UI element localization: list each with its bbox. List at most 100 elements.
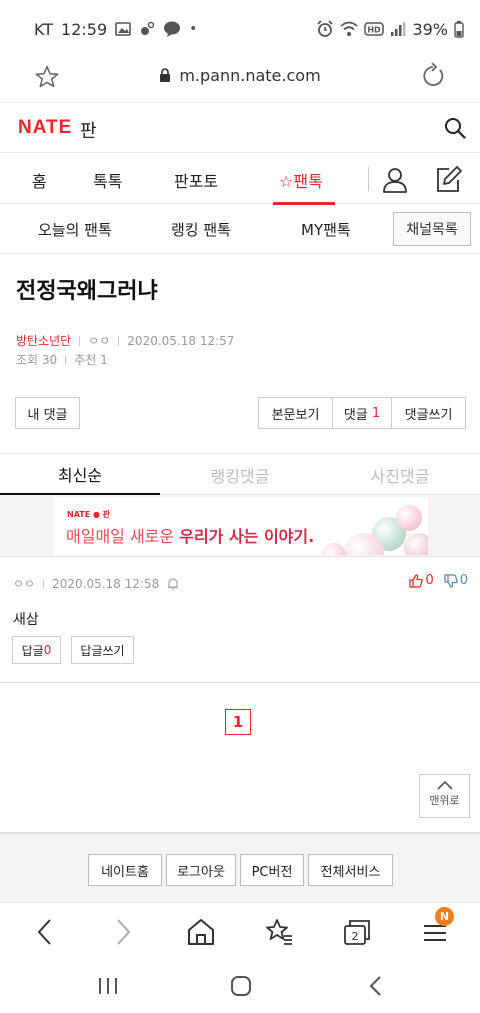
page: KT 12:59 • HD 39% m.pann.nate.com NATE 판 [0, 0, 480, 1013]
meta-divider [118, 335, 120, 346]
tab-latest[interactable]: 최신순 [0, 454, 160, 496]
nav-home[interactable]: 홈 [32, 168, 47, 192]
menu-notification-badge: N [435, 907, 454, 926]
scroll-top-label: 맨위로 [429, 794, 460, 807]
search-icon[interactable] [444, 117, 466, 139]
likes-label: 추천 [74, 353, 97, 367]
nav-fantalk[interactable]: ☆팬톡 [279, 168, 323, 192]
reply-button[interactable]: 답글 0 [12, 636, 61, 664]
talk-icon [164, 21, 181, 37]
meta-divider [79, 335, 81, 346]
channel-list-button[interactable]: 채널목록 [393, 212, 471, 246]
status-bar: KT 12:59 • HD 39% [0, 0, 480, 58]
recent-apps-icon[interactable] [96, 974, 120, 998]
upvote-button[interactable]: 0 [409, 573, 434, 588]
write-icon[interactable] [433, 165, 463, 195]
tabs-icon[interactable]: 2 [342, 917, 372, 947]
android-nav-bar [0, 960, 480, 1013]
battery-icon [454, 20, 464, 38]
banner-text: 매일매일 새로운 우리가 사는 이야기. [66, 523, 314, 547]
site-footer: 네이트홈 로그아웃 PC버전 전체서비스 [0, 832, 480, 902]
reply-label: 답글 [21, 643, 44, 658]
sub-nav: 오늘의 팬톡 랭킹 팬톡 MY팬톡 채널목록 [0, 204, 480, 254]
footer-all-services[interactable]: 전체서비스 [308, 854, 393, 886]
scroll-top-button[interactable]: 맨위로 [419, 774, 470, 818]
user-icon[interactable] [381, 166, 409, 194]
thumbs-up-icon [409, 573, 424, 588]
banner-brand: NATE ● 판 [67, 510, 111, 519]
tab-ranking[interactable]: 랭킹댓글 [160, 454, 320, 496]
banner-area: NATE ● 판 매일매일 새로운 우리가 사는 이야기. [0, 495, 480, 557]
android-back-icon[interactable] [364, 974, 388, 998]
reload-icon[interactable] [420, 62, 446, 90]
footer-logout[interactable]: 로그아웃 [166, 854, 236, 886]
views-label: 조회 [16, 353, 39, 367]
star-icon: ☆ [279, 172, 294, 191]
post-date: 2020.05.18 12:57 [127, 333, 235, 348]
post-meta: 방탄소년단 ㅇㅇ 2020.05.18 12:57 [16, 332, 234, 349]
gallery-icon [115, 22, 131, 36]
comments-button[interactable]: 댓글 1 [332, 397, 392, 429]
site-header: NATE 판 [0, 102, 480, 152]
lock-icon [160, 68, 171, 82]
signal-icon [391, 22, 406, 36]
forward-icon[interactable] [108, 917, 138, 947]
post-stats: 조회 30 추천 1 [16, 351, 108, 368]
comment-votes: 0 0 [409, 573, 468, 588]
write-comment-button[interactable]: 댓글쓰기 [391, 397, 466, 429]
upvote-count: 0 [425, 573, 434, 588]
carrier-label: KT [34, 19, 54, 39]
view-post-button[interactable]: 본문보기 [258, 397, 333, 429]
comment-sort-tabs: 최신순 랭킹댓글 사진댓글 [0, 453, 480, 496]
ad-banner[interactable]: NATE ● 판 매일매일 새로운 우리가 사는 이야기. [54, 497, 428, 555]
meta-divider [65, 354, 67, 365]
downvote-button[interactable]: 0 [444, 573, 468, 588]
pann-logo[interactable]: 판 [80, 117, 97, 143]
tab-photo[interactable]: 사진댓글 [320, 454, 480, 496]
write-reply-button[interactable]: 답글쓰기 [71, 636, 134, 664]
main-nav: 홈 톡톡 판포토 ☆팬톡 [0, 152, 480, 205]
nate-logo[interactable]: NATE [18, 117, 72, 139]
post-channel[interactable]: 방탄소년단 [16, 332, 71, 349]
post-title: 전정국왜그러냐 [16, 279, 158, 304]
banner-text-bold: 우리가 사는 이야기. [179, 527, 315, 546]
clock: 12:59 [61, 19, 108, 39]
comment-text: 새삼 [13, 612, 39, 628]
address-bar: m.pann.nate.com [0, 58, 480, 102]
meta-divider [43, 578, 45, 589]
back-icon[interactable] [30, 917, 60, 947]
pearl-decoration [404, 533, 428, 555]
browser-toolbar: 2 [0, 902, 480, 960]
notification-dot: • [189, 21, 198, 37]
comment-divider [0, 682, 480, 683]
banner-text-plain: 매일매일 새로운 [66, 527, 180, 546]
bookmarks-icon[interactable] [264, 917, 294, 947]
url-text: m.pann.nate.com [179, 66, 321, 85]
home-icon[interactable] [186, 917, 216, 947]
comment-meta: ㅇㅇ 2020.05.18 12:58 [13, 575, 179, 592]
footer-pc-version[interactable]: PC버전 [240, 854, 304, 886]
report-bell-icon[interactable] [167, 577, 179, 590]
page-number-current[interactable]: 1 [225, 709, 251, 735]
android-home-icon[interactable] [229, 974, 253, 998]
subnav-today-fantalk[interactable]: 오늘의 팬톡 [38, 219, 112, 240]
comment-date: 2020.05.18 12:58 [52, 576, 160, 591]
likes-count: 1 [100, 352, 108, 367]
my-comments-button[interactable]: 내 댓글 [15, 397, 80, 429]
nav-fantalk-label: 팬톡 [293, 172, 323, 191]
tabs-count: 2 [352, 930, 359, 943]
comment-nickname: ㅇㅇ [13, 577, 36, 591]
subnav-my-fantalk[interactable]: MY팬톡 [301, 219, 351, 240]
nav-toktok[interactable]: 톡톡 [93, 168, 122, 192]
downvote-count: 0 [459, 573, 468, 588]
nav-divider [368, 167, 369, 191]
subnav-ranking-fantalk[interactable]: 랭킹 팬톡 [171, 219, 231, 240]
url-field[interactable]: m.pann.nate.com [0, 66, 480, 85]
comments-count: 1 [371, 405, 381, 421]
chevron-up-icon [436, 780, 453, 790]
battery-percent: 39% [412, 19, 448, 39]
views-count: 30 [41, 352, 58, 367]
pearl-decoration [396, 505, 422, 531]
nav-pannphoto[interactable]: 판포토 [174, 168, 218, 192]
footer-nate-home[interactable]: 네이트홈 [88, 854, 162, 886]
